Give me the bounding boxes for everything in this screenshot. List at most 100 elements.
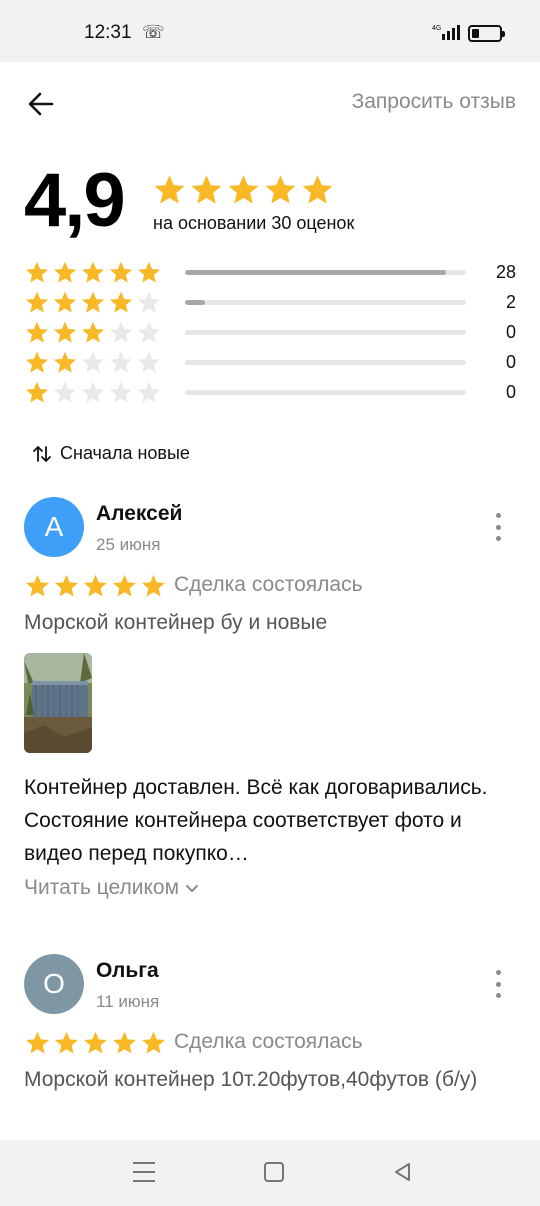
reviewer-name[interactable]: Ольга [96, 959, 159, 983]
row-stars [24, 380, 162, 406]
header: Запросить отзыв [0, 62, 540, 146]
sort-button[interactable]: Сначала новые [32, 443, 190, 464]
distribution-bar [185, 390, 466, 395]
distribution-count: 0 [505, 322, 516, 342]
avatar[interactable]: О [24, 954, 84, 1014]
star-filled-icon [226, 173, 261, 208]
star-empty-icon [136, 290, 162, 316]
request-review-button[interactable]: Запросить отзыв [352, 90, 516, 114]
distribution-row-2: 0 [24, 348, 524, 378]
review-date: 25 июня [96, 535, 161, 554]
rating-based-on: на основании 30 оценок [153, 213, 355, 233]
star-filled-icon [24, 380, 50, 406]
distribution-row-1: 0 [24, 378, 524, 408]
distribution-row-4: 2 [24, 288, 524, 318]
read-more-label: Читать целиком [24, 876, 180, 899]
star-filled-icon [108, 290, 134, 316]
star-filled-icon [152, 173, 187, 208]
star-filled-icon [24, 350, 50, 376]
star-filled-icon [136, 260, 162, 286]
star-filled-icon [82, 573, 109, 600]
star-empty-icon [108, 320, 134, 346]
sort-label: Сначала новые [60, 443, 190, 463]
star-empty-icon [136, 320, 162, 346]
distribution-count: 28 [495, 262, 516, 282]
review-item-title[interactable]: Морской контейнер 10т.20футов,40футов (б… [24, 1064, 524, 1096]
star-filled-icon [24, 320, 50, 346]
chevron-down-icon [186, 885, 199, 892]
star-filled-icon [24, 573, 51, 600]
back-button[interactable] [22, 84, 62, 124]
system-nav-bar [0, 1140, 540, 1206]
star-filled-icon [24, 260, 50, 286]
review-item-title[interactable]: Морской контейнер бу и новые [24, 607, 524, 639]
star-filled-icon [24, 290, 50, 316]
battery-low-icon [468, 25, 505, 42]
star-filled-icon [82, 1030, 109, 1057]
distribution-bar-fill [185, 270, 447, 275]
dot [495, 993, 501, 998]
distribution-count: 2 [505, 292, 516, 312]
row-stars [24, 320, 162, 346]
read-more-button[interactable]: Читать целиком [24, 876, 199, 900]
row-stars [24, 290, 162, 316]
star-filled-icon [111, 1030, 138, 1057]
distribution-bar [185, 330, 466, 335]
distribution-bar [185, 300, 466, 305]
more-options-button[interactable] [492, 513, 504, 541]
review-stars [24, 573, 167, 600]
star-filled-icon [53, 573, 80, 600]
dot [495, 513, 501, 518]
avatar-letter: А [44, 511, 64, 542]
distribution-row-5: 28 [24, 258, 524, 288]
dot [495, 981, 501, 987]
back-triangle-icon[interactable] [393, 1162, 413, 1187]
review-stars [24, 1030, 167, 1057]
sort-arrows-icon [33, 445, 51, 462]
star-filled-icon [111, 573, 138, 600]
star-filled-icon [80, 260, 106, 286]
more-options-button[interactable] [492, 970, 504, 998]
review-photo[interactable] [24, 653, 92, 753]
review-text: Контейнер доставлен. Всё как договаривал… [24, 776, 488, 865]
deal-status: Сделка состоялась [174, 1030, 363, 1053]
reviewer-name[interactable]: Алексей [96, 502, 182, 526]
distribution-count: 0 [505, 352, 516, 372]
distribution-bar [185, 270, 466, 275]
star-filled-icon [52, 260, 78, 286]
star-filled-icon [80, 290, 106, 316]
star-filled-icon [140, 1030, 167, 1057]
dot [495, 970, 501, 975]
arrow-left-icon [28, 92, 54, 116]
dot [495, 524, 501, 530]
signal-icon: 4G [432, 22, 462, 42]
menu-icon[interactable] [133, 1162, 155, 1182]
star-empty-icon [108, 350, 134, 376]
star-filled-icon [189, 173, 224, 208]
row-stars [24, 260, 162, 286]
star-filled-icon [108, 260, 134, 286]
distribution-count: 0 [505, 382, 516, 402]
rating-score: 4,9 [24, 158, 126, 243]
summary-stars [152, 173, 335, 208]
star-filled-icon [24, 1030, 51, 1057]
star-filled-icon [140, 573, 167, 600]
avatar-letter: О [43, 968, 65, 999]
star-empty-icon [136, 350, 162, 376]
star-filled-icon [52, 320, 78, 346]
distribution-bar-fill [185, 300, 205, 305]
star-filled-icon [52, 350, 78, 376]
deal-status: Сделка состоялась [174, 573, 363, 596]
star-filled-icon [263, 173, 298, 208]
star-empty-icon [80, 380, 106, 406]
rating-distribution: 28 2 0 0 0 [24, 258, 524, 408]
home-square-icon[interactable] [264, 1162, 284, 1182]
avatar[interactable]: А [24, 497, 84, 557]
distribution-bar [185, 360, 466, 365]
network-type: 4G [432, 25, 441, 32]
star-filled-icon [300, 173, 335, 208]
phone-hangup-icon: ☏ [142, 22, 165, 42]
star-filled-icon [52, 290, 78, 316]
status-bar: 12:31 ☏ 4G [0, 0, 540, 62]
status-time: 12:31 [84, 22, 132, 43]
